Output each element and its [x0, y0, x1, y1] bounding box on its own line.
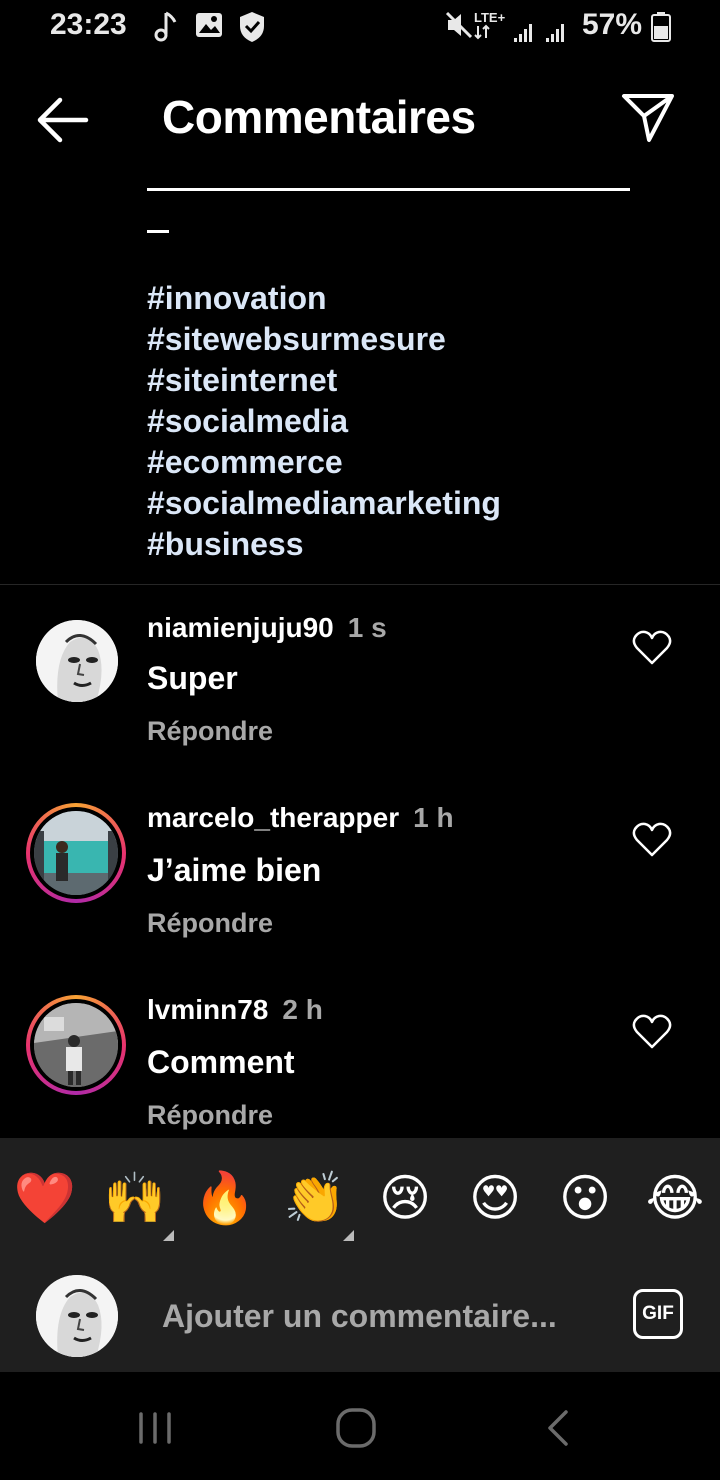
emoji-fire[interactable]: 🔥 [193, 1168, 257, 1228]
emoji-surprised-face[interactable]: 😮 [553, 1168, 617, 1228]
emoji-tears-of-joy[interactable]: 😂 [643, 1168, 707, 1228]
avatar[interactable] [34, 1003, 118, 1087]
battery-percent: 57% [582, 8, 643, 41]
hashtag-link[interactable]: #sitewebsurmesure [147, 319, 501, 360]
comment-item: niamienjuju90 1 s Super Répondre [0, 600, 720, 760]
reply-button[interactable]: Répondre [147, 908, 273, 939]
gif-button[interactable]: GIF [633, 1289, 683, 1339]
comment-username[interactable]: lvminn78 2 h [147, 994, 323, 1026]
hashtag-link[interactable]: #siteinternet [147, 360, 501, 401]
current-user-avatar [36, 1275, 118, 1357]
comment-text: Super [147, 660, 238, 696]
avatar[interactable] [34, 811, 118, 895]
avatar-story-ring[interactable] [26, 995, 126, 1095]
divider [0, 584, 720, 585]
network-type: LTE+ [474, 10, 506, 25]
comment-username[interactable]: marcelo_therapper 1 h [147, 802, 454, 834]
skin-tone-caret-icon [163, 1230, 174, 1241]
paper-plane-icon[interactable] [618, 90, 678, 146]
comment-time: 1 s [347, 612, 387, 643]
comment-item: marcelo_therapper 1 h J’aime bien Répondr… [0, 792, 720, 952]
comment-username[interactable]: niamienjuju90 1 s [147, 612, 387, 644]
caption-rule [147, 188, 630, 191]
battery-icon [651, 12, 671, 42]
avatar-story-ring[interactable] [26, 803, 126, 903]
comment-input[interactable] [162, 1286, 602, 1346]
emoji-raised-hands[interactable]: 🙌 [103, 1168, 167, 1228]
status-bar: 23:23 LTE+ 57% [0, 0, 720, 56]
emoji-heart-eyes[interactable]: 😍 [463, 1168, 527, 1228]
reply-button[interactable]: Répondre [147, 716, 273, 747]
skin-tone-caret-icon [343, 1230, 354, 1241]
header: Commentaires [0, 70, 720, 170]
hashtag-link[interactable]: #socialmedia [147, 401, 501, 442]
reply-button[interactable]: Répondre [147, 1100, 273, 1131]
comment-text: J’aime bien [147, 852, 322, 888]
mute-icon [445, 11, 473, 39]
gallery-icon [196, 13, 222, 37]
comment-composer: ❤️ 🙌 🔥 👏 😢 😍 😮 😂 GIF [0, 1138, 720, 1372]
caption-hashtags: #innovation #sitewebsurmesure #siteinter… [147, 278, 501, 565]
shield-icon [240, 12, 264, 42]
comment-text: Comment [147, 1044, 295, 1080]
comment-item: lvminn78 2 h Comment Répondre [0, 984, 720, 1144]
hashtag-link[interactable]: #business [147, 524, 501, 565]
emoji-clapping-hands[interactable]: 👏 [283, 1168, 347, 1228]
caption-dash [147, 230, 169, 233]
signal-icon [474, 24, 564, 42]
recent-apps-icon[interactable] [132, 1408, 178, 1448]
home-icon[interactable] [334, 1406, 378, 1450]
status-time: 23:23 [50, 8, 127, 41]
back-arrow-icon[interactable] [30, 92, 94, 148]
emoji-reaction-bar: ❤️ 🙌 🔥 👏 😢 😍 😮 😂 [0, 1138, 720, 1258]
music-note-icon [154, 11, 177, 42]
system-nav-bar [0, 1372, 720, 1480]
back-icon[interactable] [538, 1408, 578, 1448]
comment-time: 1 h [413, 802, 454, 833]
heart-icon[interactable] [632, 822, 672, 858]
emoji-heart[interactable]: ❤️ [13, 1168, 77, 1228]
hashtag-link[interactable]: #innovation [147, 278, 501, 319]
comment-time: 2 h [282, 994, 323, 1025]
avatar[interactable] [36, 620, 118, 702]
hashtag-link[interactable]: #ecommerce [147, 442, 501, 483]
page-title: Commentaires [162, 91, 476, 143]
heart-icon[interactable] [632, 630, 672, 666]
heart-icon[interactable] [632, 1014, 672, 1050]
emoji-crying-face[interactable]: 😢 [373, 1168, 437, 1228]
hashtag-link[interactable]: #socialmediamarketing [147, 483, 501, 524]
